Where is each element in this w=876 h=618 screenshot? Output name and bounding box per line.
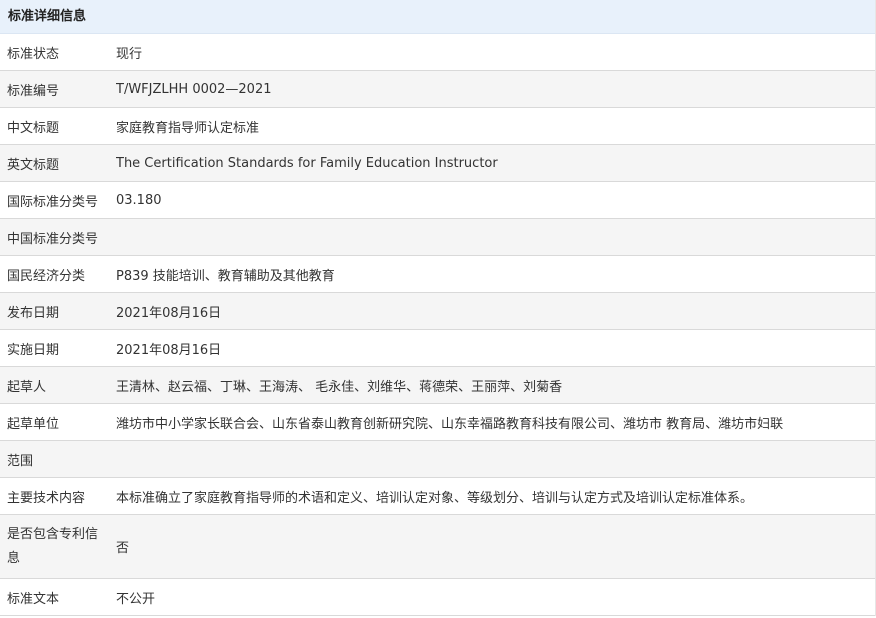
row-label: 主要技术内容 — [0, 477, 116, 515]
standard-detail-table: 标准状态 现行 标准编号 T/WFJZLHH 0002—2021 中文标题 家庭… — [0, 34, 875, 616]
row-drafters: 起草人 王清林、赵云福、丁琳、王海涛、 毛永佳、刘维华、蒋德荣、王丽萍、刘菊香 — [0, 366, 875, 404]
row-label: 是否包含专利信息 — [0, 514, 116, 579]
row-label: 范围 — [0, 440, 116, 478]
row-label: 中国标准分类号 — [0, 218, 116, 256]
row-ics-code: 国际标准分类号 03.180 — [0, 181, 875, 219]
row-value: 本标准确立了家庭教育指导师的术语和定义、培训认定对象、等级划分、培训与认定方式及… — [116, 477, 875, 515]
row-label: 中文标题 — [0, 107, 116, 145]
row-chinese-title: 中文标题 家庭教育指导师认定标准 — [0, 107, 875, 145]
row-main-technical-content: 主要技术内容 本标准确立了家庭教育指导师的术语和定义、培训认定对象、等级划分、培… — [0, 477, 875, 515]
row-label: 国际标准分类号 — [0, 181, 116, 219]
row-value: The Certification Standards for Family E… — [116, 144, 875, 182]
row-value: T/WFJZLHH 0002—2021 — [116, 70, 875, 108]
row-value: 否 — [116, 514, 875, 579]
row-standard-number: 标准编号 T/WFJZLHH 0002—2021 — [0, 70, 875, 108]
row-ccs-code: 中国标准分类号 — [0, 218, 875, 256]
row-value: 王清林、赵云福、丁琳、王海涛、 毛永佳、刘维华、蒋德荣、王丽萍、刘菊香 — [116, 366, 875, 404]
panel-title: 标准详细信息 — [0, 0, 875, 34]
row-label: 标准编号 — [0, 70, 116, 108]
row-value — [116, 218, 875, 256]
row-label: 英文标题 — [0, 144, 116, 182]
row-value: 现行 — [116, 34, 875, 71]
row-scope: 范围 — [0, 440, 875, 478]
row-value: P839 技能培训、教育辅助及其他教育 — [116, 255, 875, 293]
row-english-title: 英文标题 The Certification Standards for Fam… — [0, 144, 875, 182]
row-label: 起草人 — [0, 366, 116, 404]
row-value: 2021年08月16日 — [116, 329, 875, 367]
standard-detail-panel: 标准详细信息 标准状态 现行 标准编号 T/WFJZLHH 0002—2021 … — [0, 0, 876, 616]
row-value: 潍坊市中小学家长联合会、山东省泰山教育创新研究院、山东幸福路教育科技有限公司、潍… — [116, 403, 875, 441]
row-label: 发布日期 — [0, 292, 116, 330]
row-standard-text: 标准文本 不公开 — [0, 578, 875, 616]
row-economic-classification: 国民经济分类 P839 技能培训、教育辅助及其他教育 — [0, 255, 875, 293]
row-label: 实施日期 — [0, 329, 116, 367]
row-publish-date: 发布日期 2021年08月16日 — [0, 292, 875, 330]
row-value — [116, 440, 875, 478]
row-label: 标准文本 — [0, 578, 116, 616]
row-status: 标准状态 现行 — [0, 34, 875, 71]
row-patent-info: 是否包含专利信息 否 — [0, 514, 875, 579]
row-drafting-units: 起草单位 潍坊市中小学家长联合会、山东省泰山教育创新研究院、山东幸福路教育科技有… — [0, 403, 875, 441]
row-implement-date: 实施日期 2021年08月16日 — [0, 329, 875, 367]
row-label: 标准状态 — [0, 34, 116, 71]
row-value: 家庭教育指导师认定标准 — [116, 107, 875, 145]
row-value: 2021年08月16日 — [116, 292, 875, 330]
row-value: 不公开 — [116, 578, 875, 616]
row-label: 起草单位 — [0, 403, 116, 441]
row-value: 03.180 — [116, 181, 875, 219]
row-label: 国民经济分类 — [0, 255, 116, 293]
